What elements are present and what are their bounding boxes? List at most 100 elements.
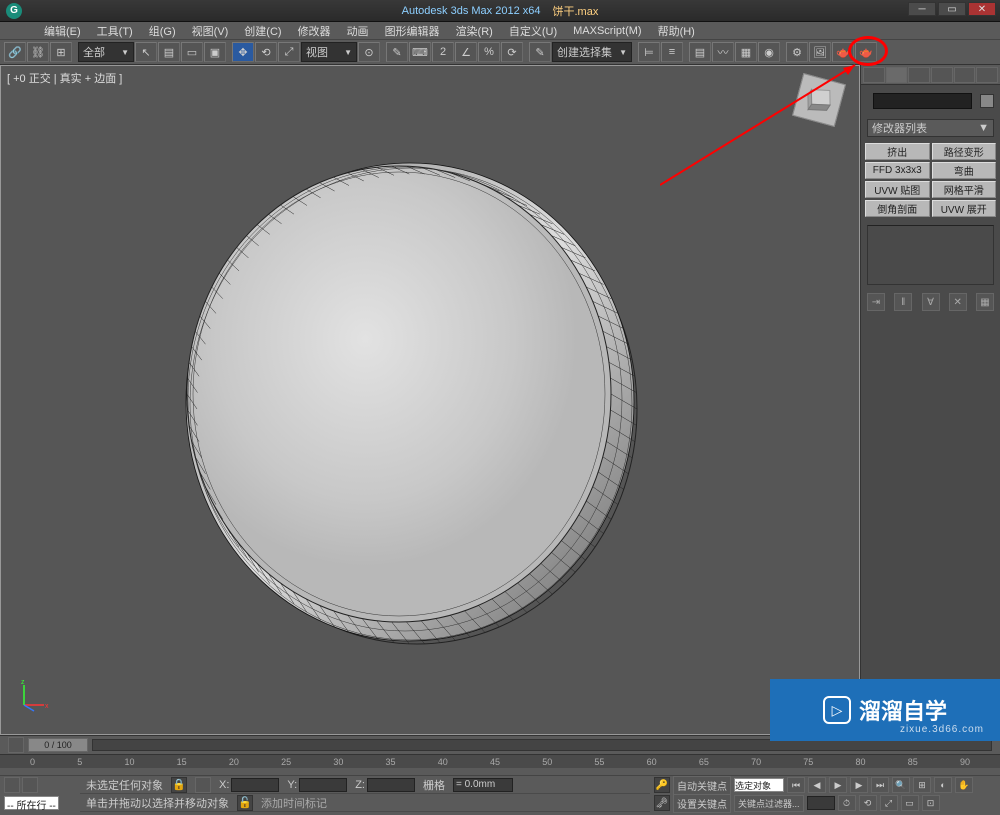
nav-zoomext-icon[interactable]: ⤢ (880, 795, 898, 811)
hierarchy-tab[interactable] (908, 67, 930, 83)
motion-tab[interactable] (931, 67, 953, 83)
select-by-name-icon[interactable]: ▤ (158, 42, 180, 62)
menu-animation[interactable]: 动画 (343, 23, 373, 39)
goto-start-icon[interactable]: ⏮ (787, 777, 805, 793)
mod-extrude[interactable]: 挤出 (865, 143, 930, 160)
selection-filter-dropdown[interactable]: 全部▼ (78, 42, 134, 62)
coord-z-input[interactable] (367, 778, 415, 792)
schematic-view-icon[interactable]: ▦ (735, 42, 757, 62)
select-scale-icon[interactable]: ⤢ (278, 42, 300, 62)
key-mode-icon[interactable]: 🔑 (654, 777, 670, 793)
play-icon[interactable]: ▶ (829, 777, 847, 793)
select-rotate-icon[interactable]: ⟲ (255, 42, 277, 62)
bind-icon[interactable]: ⊞ (50, 42, 72, 62)
modifier-list-dropdown[interactable]: 修改器列表▼ (867, 119, 994, 137)
render-production-icon[interactable]: 🫖 (832, 42, 854, 62)
coord-y-input[interactable] (299, 778, 347, 792)
render-setup-icon[interactable]: ⚙ (786, 42, 808, 62)
object-name-input[interactable] (873, 93, 972, 109)
time-slider-handle[interactable]: 0 / 100 (28, 738, 88, 752)
nav-zoomall-icon[interactable]: ⊞ (913, 777, 931, 793)
edit-selection-set-icon[interactable]: ✎ (529, 42, 551, 62)
show-end-result-icon[interactable]: ‖ (894, 293, 912, 311)
disc-object[interactable] (163, 152, 641, 647)
manipulate-icon[interactable]: ✎ (386, 42, 408, 62)
remove-modifier-icon[interactable]: ✕ (949, 293, 967, 311)
rectangular-select-icon[interactable]: ▭ (181, 42, 203, 62)
pivot-center-icon[interactable]: ⊙ (358, 42, 380, 62)
menu-modifiers[interactable]: 修改器 (294, 23, 335, 39)
coord-x-input[interactable] (231, 778, 279, 792)
mod-bend[interactable]: 弯曲 (932, 162, 997, 179)
current-frame-input[interactable] (807, 796, 835, 810)
window-crossing-icon[interactable]: ▣ (204, 42, 226, 62)
pin-stack-icon[interactable]: ⇥ (867, 293, 885, 311)
snap-angle-icon[interactable]: ∠ (455, 42, 477, 62)
rendered-frame-icon[interactable]: 🖼 (809, 42, 831, 62)
timeline-config-icon[interactable] (8, 737, 24, 753)
teapot-render-icon[interactable]: 🫖 (855, 42, 877, 62)
mod-bevelprofile[interactable]: 倒角剖面 (865, 200, 930, 217)
named-selection-dropdown[interactable]: 创建选择集▼ (552, 42, 632, 62)
spinner-snap-icon[interactable]: ⟳ (501, 42, 523, 62)
object-color-swatch[interactable] (980, 94, 994, 108)
nav-zoom-icon[interactable]: 🔍 (892, 777, 910, 793)
app-logo-icon[interactable]: G (6, 3, 22, 19)
configure-sets-icon[interactable]: ▦ (976, 293, 994, 311)
modify-tab[interactable] (886, 67, 908, 83)
key-selset-dropdown[interactable]: 选定对象 (734, 778, 784, 792)
menu-maxscript[interactable]: MAXScript(M) (569, 25, 645, 37)
menu-tools[interactable]: 工具(T) (93, 23, 137, 39)
menu-help[interactable]: 帮助(H) (654, 23, 699, 39)
mod-meshsmooth[interactable]: 网格平滑 (932, 181, 997, 198)
material-editor-icon[interactable]: ◉ (758, 42, 780, 62)
macro-recorder-icon[interactable] (22, 777, 38, 793)
minimize-button[interactable]: ─ (908, 2, 936, 16)
goto-end-icon[interactable]: ⏭ (871, 777, 889, 793)
mirror-icon[interactable]: ⊨ (638, 42, 660, 62)
viewport-label[interactable]: [ +0 正交 | 真实 + 边面 ] (7, 70, 122, 86)
setkey-button[interactable]: 设置关键点 (673, 794, 731, 813)
next-frame-icon[interactable]: ▶ (850, 777, 868, 793)
key-filters-button[interactable]: 关键点过滤器... (734, 795, 804, 812)
close-button[interactable]: ✕ (968, 2, 996, 16)
lock-selection-icon[interactable]: 🔒 (171, 777, 187, 793)
select-object-icon[interactable]: ↖ (135, 42, 157, 62)
menu-create[interactable]: 创建(C) (240, 23, 285, 39)
maxscript-mini-icon[interactable] (4, 777, 20, 793)
mod-uvwmap[interactable]: UVW 贴图 (865, 181, 930, 198)
menu-rendering[interactable]: 渲染(R) (452, 23, 497, 39)
prev-frame-icon[interactable]: ◀ (808, 777, 826, 793)
menu-views[interactable]: 视图(V) (188, 23, 233, 39)
ref-coord-dropdown[interactable]: 视图▼ (301, 42, 357, 62)
timetag-lock-icon[interactable]: 🔓 (237, 795, 253, 811)
select-move-icon[interactable]: ✥ (232, 42, 254, 62)
setkey-key-icon[interactable]: 🗝 (654, 795, 670, 811)
nav-pan-icon[interactable]: ✋ (955, 777, 973, 793)
utilities-tab[interactable] (976, 67, 998, 83)
menu-customize[interactable]: 自定义(U) (505, 23, 561, 39)
mod-pathdeform[interactable]: 路径变形 (932, 143, 997, 160)
link-icon[interactable]: 🔗 (4, 42, 26, 62)
nav-fov-icon[interactable]: ◐ (934, 777, 952, 793)
time-config-icon[interactable]: ⏱ (838, 795, 856, 811)
mod-ffd[interactable]: FFD 3x3x3 (865, 162, 930, 179)
track-row-dropdown[interactable]: -- 所在行 -- (4, 796, 59, 810)
keyboard-shortcut-icon[interactable]: ⌨ (409, 42, 431, 62)
snap-percent-icon[interactable]: % (478, 42, 500, 62)
autokey-button[interactable]: 自动关键点 (673, 776, 731, 795)
restore-button[interactable]: ▭ (938, 2, 966, 16)
align-icon[interactable]: ≡ (661, 42, 683, 62)
menu-edit[interactable]: 编辑(E) (40, 23, 85, 39)
nav-region-icon[interactable]: ▭ (901, 795, 919, 811)
add-time-tag[interactable]: 添加时间标记 (261, 795, 327, 811)
nav-orbit-icon[interactable]: ⟲ (859, 795, 877, 811)
snap-2d-icon[interactable]: 2 (432, 42, 454, 62)
layer-manager-icon[interactable]: ▤ (689, 42, 711, 62)
display-tab[interactable] (954, 67, 976, 83)
nav-maxtoggle-icon[interactable]: ⊡ (922, 795, 940, 811)
mod-unwrapuvw[interactable]: UVW 展开 (932, 200, 997, 217)
make-unique-icon[interactable]: ∀ (922, 293, 940, 311)
time-ruler[interactable]: 0510 152025 303540 455055 606570 758085 … (0, 754, 1000, 768)
menu-grapheditors[interactable]: 图形编辑器 (381, 23, 444, 39)
